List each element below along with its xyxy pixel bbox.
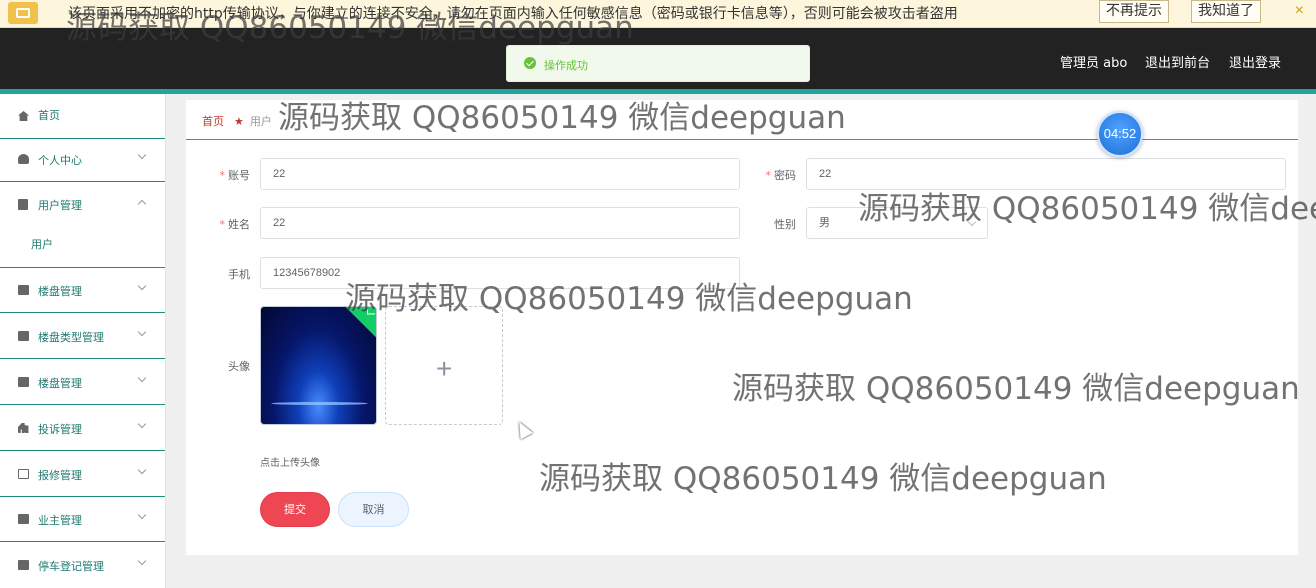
password-label: * 密码 (765, 169, 797, 182)
breadcrumb: 首页 ★ 用户 (202, 113, 272, 129)
chevron-down-icon (137, 510, 147, 520)
message-icon (18, 560, 29, 570)
got-it-button[interactable]: 我知道了 (1191, 0, 1261, 23)
sidebar-item-owner-management[interactable]: 业主管理 (0, 497, 165, 542)
breadcrumb-home[interactable]: 首页 (202, 115, 224, 128)
sidebar-subitem-users[interactable]: 用户 (0, 221, 165, 268)
avatar-image[interactable] (260, 306, 377, 425)
sidebar-subitem-label: 用户 (31, 238, 53, 251)
name-input[interactable]: 22 (260, 207, 740, 239)
logout-link[interactable]: 退出登录 (1229, 52, 1281, 71)
sidebar-item-label: 楼盘类型管理 (38, 331, 104, 344)
sidebar-item-label: 首页 (38, 109, 60, 122)
avatar-upload-box[interactable]: + (385, 306, 503, 425)
gender-select[interactable]: 男 (806, 207, 988, 239)
sidebar-item-label: 楼盘管理 (38, 377, 82, 390)
clipboard-icon (18, 199, 28, 210)
checklist-icon (18, 377, 29, 387)
sidebar-item-complaint-management[interactable]: 投诉管理 (0, 406, 165, 451)
chevron-down-icon (137, 327, 147, 337)
upload-success-check-icon (344, 307, 376, 339)
submit-button[interactable]: 提交 (260, 492, 330, 527)
user-icon (18, 154, 29, 164)
avatar-upload-tip: 点击上传头像 (260, 458, 320, 469)
dont-remind-button[interactable]: 不再提示 (1099, 0, 1169, 23)
avatar-image-glow (271, 402, 368, 405)
chevron-down-icon (137, 556, 147, 566)
bar-chart-icon (18, 423, 29, 433)
briefcase-icon (18, 285, 29, 295)
chevron-down-icon (137, 419, 147, 429)
success-check-icon (524, 57, 536, 69)
comment-icon (18, 469, 29, 479)
grid-icon (18, 514, 29, 524)
sidebar-item-label: 楼盘管理 (38, 285, 82, 298)
chevron-down-icon (967, 217, 977, 227)
sidebar-item-label: 个人中心 (38, 154, 82, 167)
exit-to-front-link[interactable]: 退出到前台 (1145, 52, 1210, 71)
sidebar-item-parking-management[interactable]: 停车登记管理 (0, 543, 165, 588)
phone-input[interactable]: 12345678902 (260, 257, 740, 289)
account-label: * 账号 (219, 169, 251, 182)
password-input[interactable]: 22 (806, 158, 1286, 190)
sidebar: 首页 个人中心 用户管理 用户 楼盘管理 楼盘类型管理 楼盘管理 投诉管理 报修… (0, 94, 166, 588)
avatar-label: 头像 (228, 360, 250, 373)
chevron-down-icon (137, 150, 147, 160)
sidebar-item-property-management-2[interactable]: 楼盘管理 (0, 360, 165, 405)
sidebar-item-label: 停车登记管理 (38, 560, 104, 573)
security-warning-bar: 该页面采用不加密的http传输协议，与你建立的连接不安全，请勿在页面内输入任何敏… (0, 0, 1316, 28)
chevron-down-icon (137, 373, 147, 383)
sidebar-item-label: 用户管理 (38, 199, 82, 212)
chevron-down-icon (137, 465, 147, 475)
sidebar-item-repair-management[interactable]: 报修管理 (0, 452, 165, 497)
success-toast: 操作成功 (506, 45, 810, 82)
close-icon[interactable]: × (1295, 2, 1304, 20)
sidebar-item-label: 报修管理 (38, 469, 82, 482)
sidebar-item-label: 业主管理 (38, 514, 82, 527)
sidebar-item-personal-center[interactable]: 个人中心 (0, 137, 165, 182)
books-icon (18, 331, 29, 341)
breadcrumb-current: 用户 (249, 115, 272, 128)
gender-select-value: 男 (819, 217, 830, 229)
star-icon: ★ (234, 115, 244, 128)
sidebar-item-property-management[interactable]: 楼盘管理 (0, 268, 165, 313)
warning-icon (8, 2, 38, 24)
timer-badge: 04:52 (1097, 111, 1143, 157)
sidebar-item-label: 投诉管理 (38, 423, 82, 436)
chevron-up-icon (137, 199, 147, 209)
phone-label: 手机 (228, 268, 250, 281)
sidebar-item-home[interactable]: 首页 (0, 94, 165, 139)
toast-message: 操作成功 (544, 59, 588, 72)
sidebar-item-property-type-management[interactable]: 楼盘类型管理 (0, 314, 165, 359)
account-input[interactable]: 22 (260, 158, 740, 190)
chevron-down-icon (137, 281, 147, 291)
admin-username: 管理员 abo (1060, 56, 1128, 71)
plus-icon: + (436, 353, 453, 384)
name-label: * 姓名 (219, 218, 251, 231)
warning-text: 该页面采用不加密的http传输协议，与你建立的连接不安全，请勿在页面内输入任何敏… (68, 6, 958, 22)
home-icon (18, 111, 29, 121)
cancel-button[interactable]: 取消 (338, 492, 409, 527)
gender-label: 性别 (774, 218, 796, 231)
